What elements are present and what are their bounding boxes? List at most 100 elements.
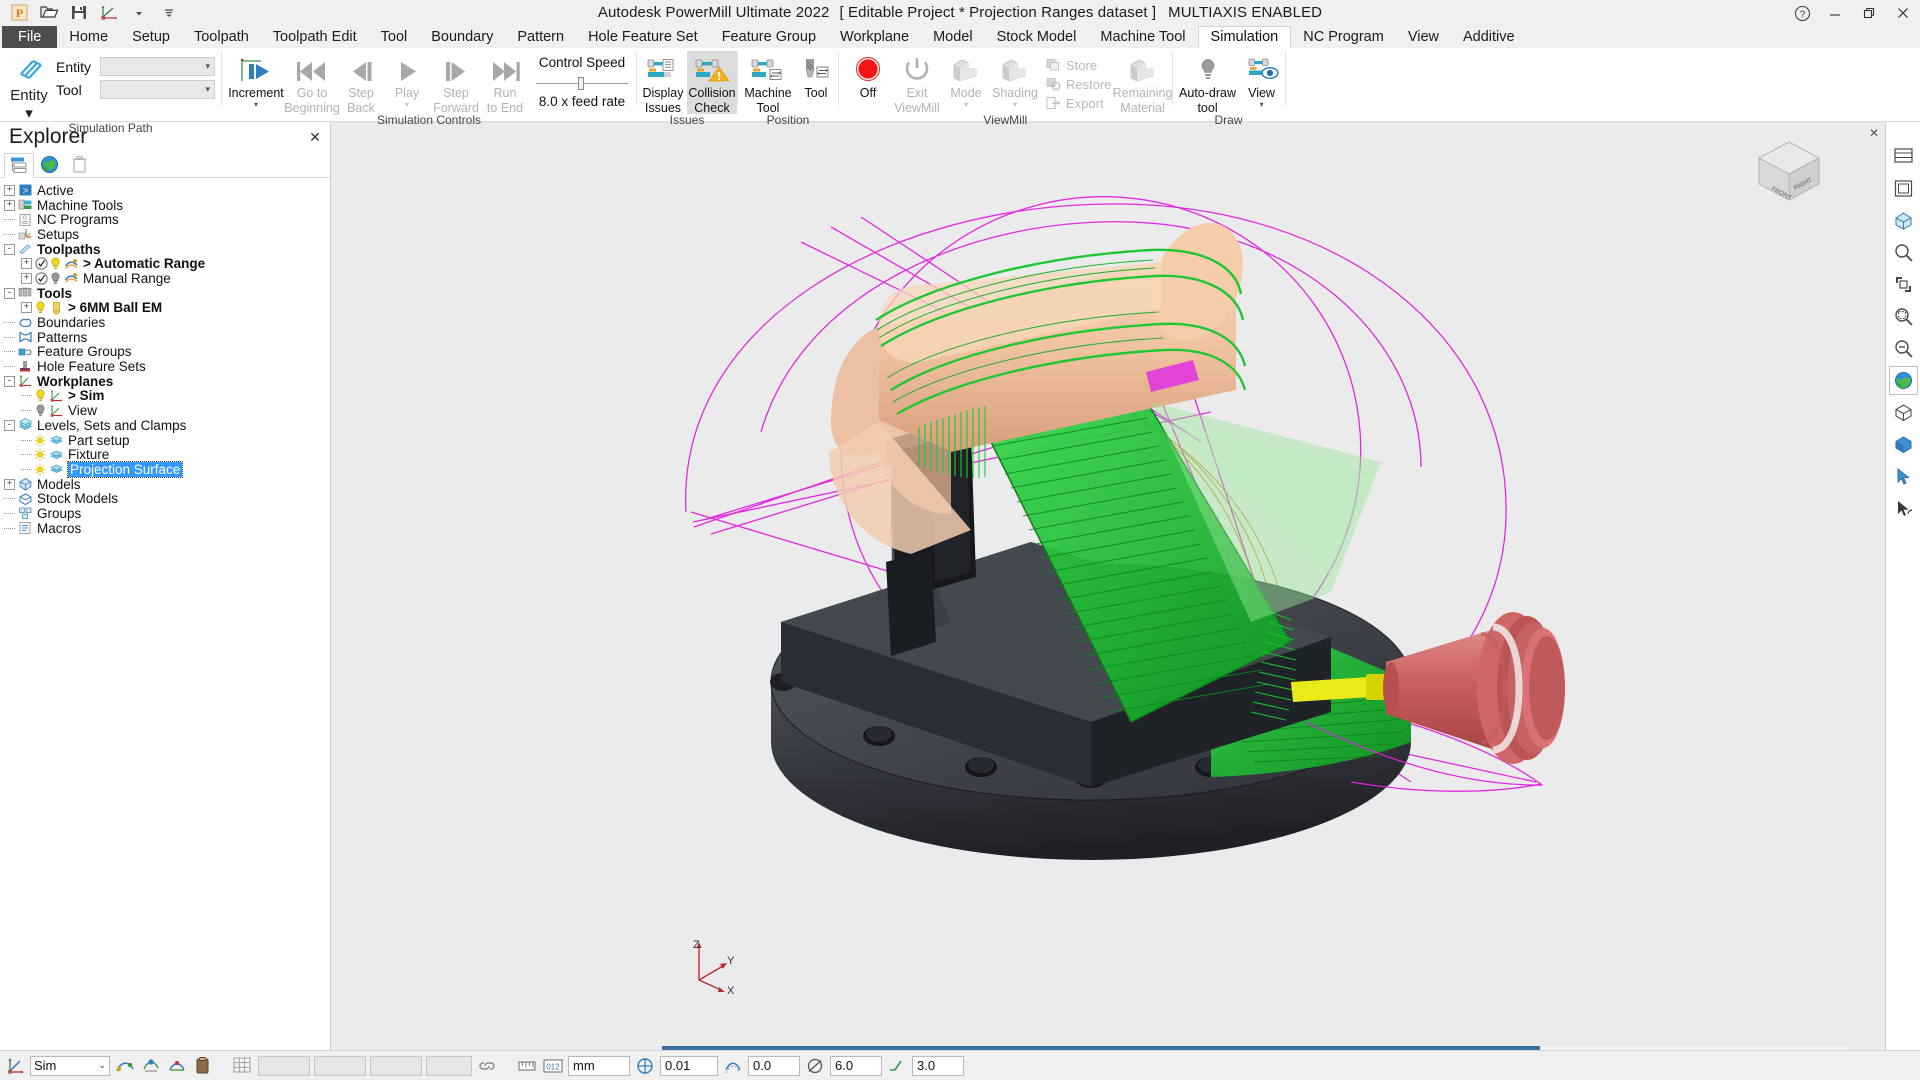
ribbon-tab-machine-tool[interactable]: Machine Tool (1088, 26, 1197, 48)
zoom-box-icon[interactable] (1889, 302, 1918, 331)
wireframe-icon[interactable] (1889, 398, 1918, 427)
cursor-arrow-icon[interactable] (1889, 494, 1918, 523)
tree-item-projection-surface[interactable]: Projection Surface (4, 462, 330, 477)
tree-toggle-icon[interactable]: - (4, 288, 15, 299)
tree-item-part-setup[interactable]: Part setup (4, 433, 330, 448)
workplane-select[interactable]: Sim ⌄ (30, 1056, 110, 1076)
export-button[interactable]: Export (1045, 94, 1112, 112)
save-project-icon[interactable] (65, 1, 93, 25)
iso-view-icon[interactable] (1889, 174, 1918, 203)
tree-item-stock-models[interactable]: Stock Models (4, 491, 330, 506)
status-cell-1[interactable] (258, 1056, 310, 1076)
tree-item-workplanes[interactable]: -Workplanes (4, 374, 330, 389)
tree-item-machine-tools[interactable]: +Machine Tools (4, 198, 330, 213)
tolerance-icon[interactable] (634, 1055, 656, 1077)
grid-icon[interactable] (232, 1056, 254, 1076)
increment-button[interactable]: Increment ▾ (226, 51, 286, 108)
tree-sun-icon[interactable] (34, 448, 46, 462)
tree-toggle-icon[interactable]: + (21, 258, 32, 269)
thickness-field[interactable]: 0.0 (748, 1056, 800, 1076)
mode-button[interactable]: Mode ▾ (943, 51, 989, 108)
restore-button[interactable] (1852, 0, 1886, 26)
help-button[interactable]: ? (1786, 0, 1818, 26)
tree-toggle-icon[interactable]: + (21, 302, 32, 313)
step-forward-button[interactable]: Step Forward (430, 51, 482, 114)
exit-viewmill-button[interactable]: Exit ViewMill (891, 51, 943, 114)
view-button[interactable]: View ▾ (1239, 51, 1285, 108)
ribbon-tab-model[interactable]: Model (921, 26, 985, 48)
zoom-selected-icon[interactable] (1889, 270, 1918, 299)
ribbon-tab-nc-program[interactable]: NC Program (1291, 26, 1396, 48)
link-icon[interactable] (476, 1055, 498, 1077)
tree-item-nc-programs[interactable]: GNC Programs (4, 212, 330, 227)
tolerance-field[interactable]: 0.01 (660, 1056, 718, 1076)
go-to-beginning-button[interactable]: Go to Beginning (286, 51, 338, 114)
explorer-tab-tree[interactable] (4, 153, 34, 178)
store-button[interactable]: Store (1045, 56, 1112, 74)
ribbon-tab-toolpath-edit[interactable]: Toolpath Edit (261, 26, 369, 48)
open-project-icon[interactable] (35, 1, 63, 25)
ribbon-tab-file[interactable]: File (2, 26, 57, 48)
tree-item-models[interactable]: +Models (4, 477, 330, 492)
toggle-draw-icon[interactable] (114, 1055, 136, 1077)
ribbon-tab-workplane[interactable]: Workplane (828, 26, 921, 48)
ruler-icon[interactable] (516, 1055, 538, 1077)
explorer-tab-web[interactable] (34, 152, 64, 177)
ribbon-tab-toolpath[interactable]: Toolpath (182, 26, 261, 48)
restore-button[interactable]: Restore (1045, 75, 1112, 93)
ribbon-tab-view[interactable]: View (1396, 26, 1451, 48)
tree-toggle-icon[interactable]: + (21, 273, 32, 284)
tree-bulb-icon[interactable] (49, 271, 61, 285)
tree-item-hole-feature-sets[interactable]: Hole Feature Sets (4, 359, 330, 374)
tree-toggle-icon[interactable]: + (4, 200, 15, 211)
tree-bulb-icon[interactable] (34, 389, 46, 403)
ribbon-tab-feature-group[interactable]: Feature Group (710, 26, 828, 48)
tree-item-levels-sets-and-clamps[interactable]: -Levels, Sets and Clamps (4, 418, 330, 433)
length-icon[interactable] (886, 1055, 908, 1077)
tree-bulb-icon[interactable] (34, 404, 46, 418)
status-cell-4[interactable] (426, 1056, 472, 1076)
shading-button[interactable]: Shading ▾ (989, 51, 1041, 108)
collision-check-button[interactable]: Collision Check (687, 51, 737, 114)
ribbon-tab-home[interactable]: Home (57, 26, 120, 48)
tree-item-setups[interactable]: Setups (4, 227, 330, 242)
tree-item-macros[interactable]: Macros (4, 521, 330, 536)
tree-checkbox[interactable] (34, 271, 48, 285)
ribbon-tab-simulation[interactable]: Simulation (1198, 26, 1292, 48)
control-speed-slider[interactable] (536, 75, 628, 91)
status-cell-2[interactable] (314, 1056, 366, 1076)
diameter-field[interactable]: 6.0 (830, 1056, 882, 1076)
tree-toggle-icon[interactable]: + (4, 185, 15, 196)
ribbon-tab-hole-feature-set[interactable]: Hole Feature Set (576, 26, 710, 48)
close-button[interactable] (1886, 0, 1920, 26)
tree-item-active[interactable]: +>Active (4, 183, 330, 198)
ribbon-tab-setup[interactable]: Setup (120, 26, 182, 48)
tree-toggle-icon[interactable]: - (4, 420, 15, 431)
display-issues-button[interactable]: Display Issues (639, 51, 687, 114)
customize-qat-icon[interactable] (155, 1, 183, 25)
tree-toggle-icon[interactable]: - (4, 244, 15, 255)
tree-item-boundaries[interactable]: Boundaries (4, 315, 330, 330)
tool-select[interactable]: ▾ (100, 80, 215, 99)
units-icon[interactable]: 012 (542, 1055, 564, 1077)
tree-item-toolpaths[interactable]: -Toolpaths (4, 242, 330, 257)
machine-tool-position-button[interactable]: Machine Tool (742, 51, 794, 114)
toggle-shade-icon[interactable] (140, 1055, 162, 1077)
tree-item-fixture[interactable]: Fixture (4, 447, 330, 462)
horizontal-scrollbar[interactable] (662, 1046, 1849, 1050)
step-back-button[interactable]: Step Back (338, 51, 384, 114)
toggle-paste-icon[interactable] (192, 1055, 214, 1077)
qat-dropdown-icon[interactable] (125, 1, 153, 25)
ribbon-tab-stock-model[interactable]: Stock Model (985, 26, 1089, 48)
tree-item-6mm-ball-em[interactable]: +> 6MM Ball EM (4, 301, 330, 316)
tree-item-patterns[interactable]: Patterns (4, 330, 330, 345)
explorer-tab-trash[interactable] (64, 152, 94, 177)
tree-sun-icon[interactable] (34, 462, 46, 476)
view-from-icon[interactable] (1889, 142, 1918, 171)
tree-item-view[interactable]: View (4, 403, 330, 418)
tree-item-groups[interactable]: Groups (4, 506, 330, 521)
play-button[interactable]: Play ▾ (384, 51, 430, 108)
tree-toggle-icon[interactable]: + (4, 479, 15, 490)
view-cube[interactable]: FRONT RIGHT (1751, 136, 1827, 208)
diameter-icon[interactable] (804, 1055, 826, 1077)
